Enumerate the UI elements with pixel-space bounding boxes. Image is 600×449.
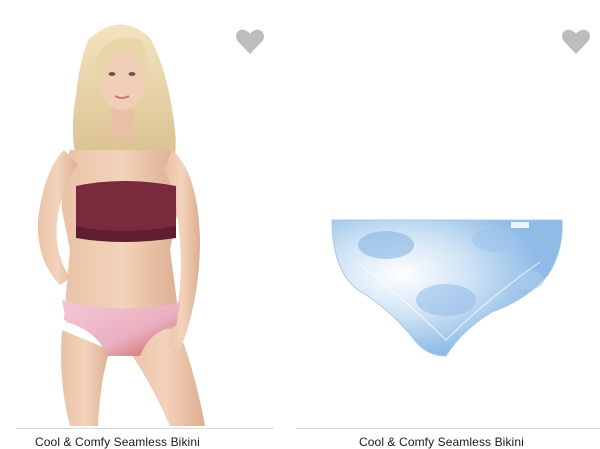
product-image-flatlay[interactable] — [296, 0, 600, 426]
heart-icon — [562, 29, 590, 54]
model-photo — [37, 24, 205, 426]
product-grid: Cool & Comfy Seamless Bikini Cool & Comf… — [0, 0, 600, 449]
card-divider — [16, 428, 274, 429]
product-card[interactable]: Cool & Comfy Seamless Bikini — [296, 0, 600, 449]
product-title[interactable]: Cool & Comfy Seamless Bikini — [35, 435, 200, 449]
product-image-model[interactable] — [0, 0, 288, 426]
bikini-photo — [331, 219, 563, 357]
favorite-button[interactable] — [235, 28, 265, 55]
heart-icon — [236, 29, 264, 54]
product-card[interactable]: Cool & Comfy Seamless Bikini — [0, 0, 288, 449]
product-title[interactable]: Cool & Comfy Seamless Bikini — [359, 435, 524, 449]
card-divider — [296, 428, 600, 429]
favorite-button[interactable] — [561, 28, 591, 55]
